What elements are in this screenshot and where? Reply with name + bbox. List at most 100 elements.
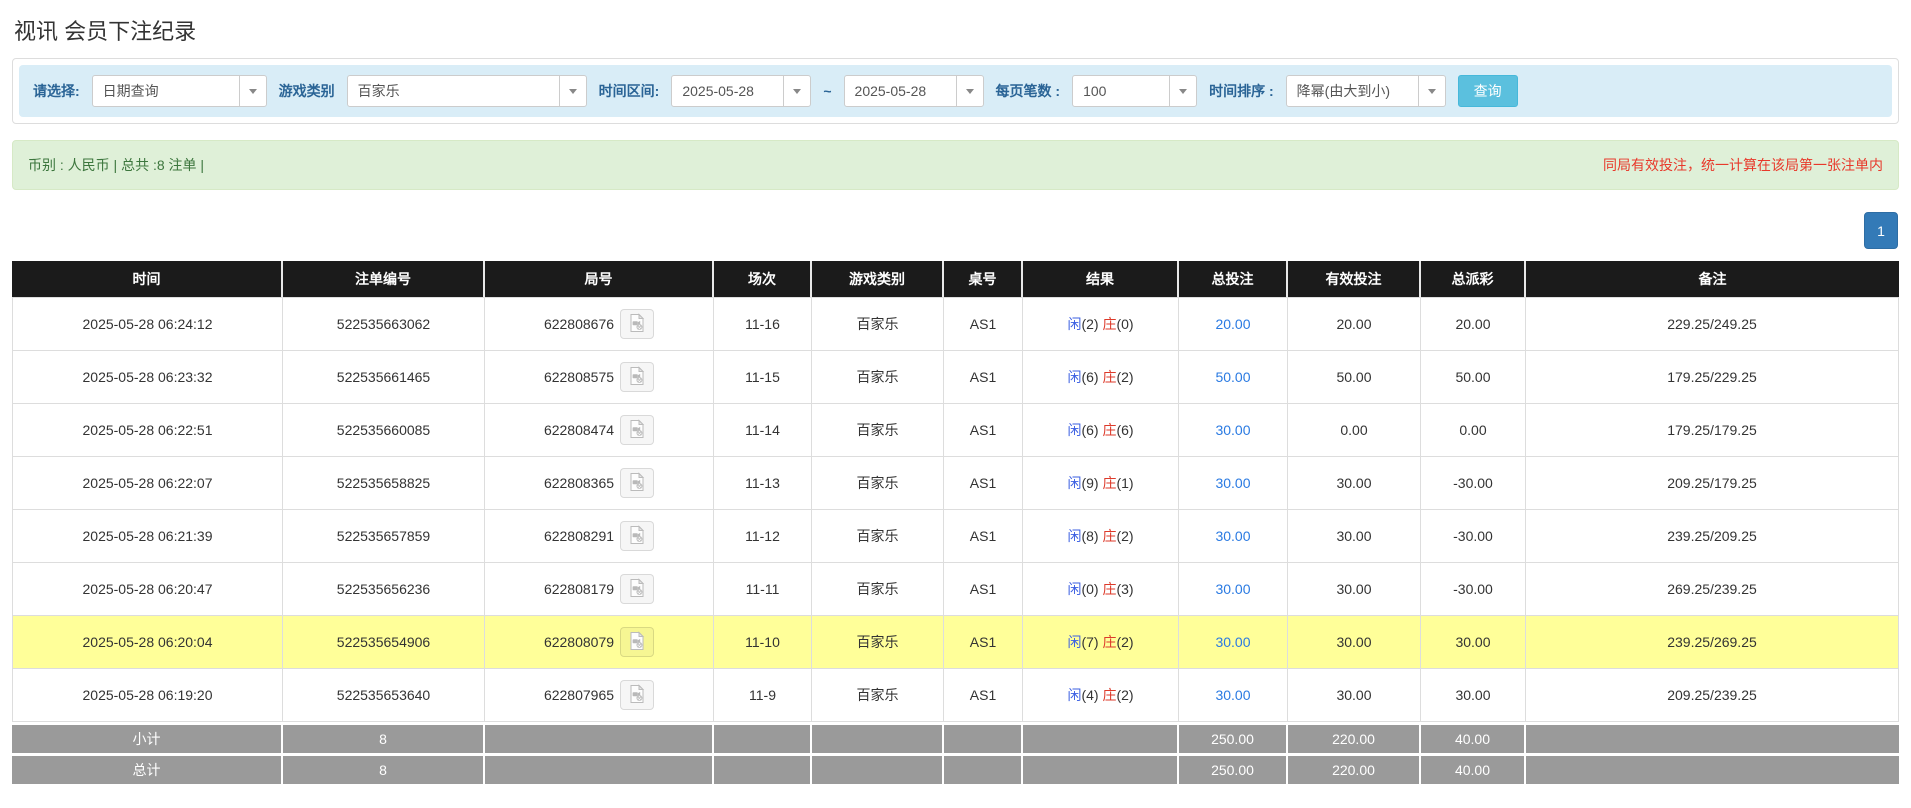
page-1-button[interactable]: 1 [1864,212,1898,249]
column-header: 总投注 [1179,261,1288,298]
video-replay-button[interactable] [620,680,654,710]
video-replay-button[interactable] [620,362,654,392]
footer-total-bet-cell: 250.00 [1179,722,1288,753]
banker-result-value: (6) [1116,422,1133,438]
footer-note-cell [1526,722,1899,753]
video-replay-button[interactable] [620,574,654,604]
time-cell: 2025-05-28 06:19:20 [12,669,283,722]
game-cell: 百家乐 [812,457,944,510]
time-cell: 2025-05-28 06:23:32 [12,351,283,404]
column-header: 桌号 [944,261,1023,298]
currency-summary-text: 币别 : 人民币 | 总共 :8 注单 | [28,155,204,175]
table-row[interactable]: 2025-05-28 06:22:51522535660085622808474… [12,404,1899,457]
total-bet-link[interactable]: 50.00 [1215,369,1250,385]
player-result-label: 闲 [1067,369,1081,385]
result-cell: 闲(2) 庄(0) [1023,298,1179,351]
bet-id-cell: 522535658825 [283,457,485,510]
total-bet-link[interactable]: 30.00 [1215,581,1250,597]
query-type-select[interactable]: 日期查询 [92,75,267,107]
game-cell: 百家乐 [812,563,944,616]
footer-count-cell: 8 [283,722,485,753]
result-cell: 闲(6) 庄(6) [1023,404,1179,457]
round-number: 622808575 [544,369,614,385]
banker-result-label: 庄 [1102,634,1116,650]
total-bet-cell: 50.00 [1179,351,1288,404]
session-cell: 11-12 [714,510,812,563]
footer-table-cell [944,722,1023,753]
player-result-value: (7) [1081,634,1102,650]
banker-result-label: 庄 [1102,581,1116,597]
round-wrap: 622808474 [544,415,654,445]
total-bet-link[interactable]: 30.00 [1215,528,1250,544]
banker-result-value: (1) [1116,475,1133,491]
table-footer: 小计8250.00220.0040.00总计8250.00220.0040.00 [12,722,1899,784]
video-replay-button[interactable] [620,627,654,657]
video-replay-button[interactable] [620,468,654,498]
video-file-icon [627,578,647,601]
table-header-row: 时间注单编号局号场次游戏类别桌号结果总投注有效投注总派彩备注 [12,261,1899,298]
footer-label-cell: 总计 [12,753,283,784]
banker-result-label: 庄 [1102,422,1116,438]
total-bet-cell: 30.00 [1179,404,1288,457]
bet-id-cell: 522535657859 [283,510,485,563]
player-result-value: (6) [1081,369,1102,385]
video-file-icon [627,631,647,654]
total-bet-link[interactable]: 30.00 [1215,687,1250,703]
subtotal-row: 小计8250.00220.0040.00 [12,722,1899,753]
footer-label-cell: 小计 [12,722,283,753]
player-result-value: (6) [1081,422,1102,438]
footer-session-cell [714,753,812,784]
chevron-down-icon [956,76,983,106]
table-row[interactable]: 2025-05-28 06:24:12522535663062622808676… [12,298,1899,351]
total-bet-link[interactable]: 30.00 [1215,422,1250,438]
banker-result-value: (2) [1116,528,1133,544]
game-cell: 百家乐 [812,351,944,404]
player-result-value: (8) [1081,528,1102,544]
note-cell: 239.25/209.25 [1526,510,1899,563]
video-file-icon [627,419,647,442]
page-title: 视讯 会员下注纪录 [12,0,1899,58]
date-to-select[interactable]: 2025-05-28 [844,75,984,107]
page-size-select[interactable]: 100 [1072,75,1197,107]
player-result-label: 闲 [1067,581,1081,597]
total-bet-cell: 30.00 [1179,669,1288,722]
column-header: 游戏类别 [812,261,944,298]
payout-cell: 20.00 [1421,298,1526,351]
total-bet-link[interactable]: 30.00 [1215,475,1250,491]
video-replay-button[interactable] [620,309,654,339]
pagination: 1 [12,212,1898,249]
video-replay-button[interactable] [620,521,654,551]
game-category-select[interactable]: 百家乐 [347,75,587,107]
payout-cell: 50.00 [1421,351,1526,404]
round-number: 622808079 [544,634,614,650]
round-number: 622808365 [544,475,614,491]
date-from-select[interactable]: 2025-05-28 [671,75,811,107]
session-cell: 11-10 [714,616,812,669]
player-result-label: 闲 [1067,316,1081,332]
search-button[interactable]: 查询 [1458,75,1518,107]
round-cell: 622808474 [485,404,714,457]
total-bet-cell: 30.00 [1179,510,1288,563]
bet-id-cell: 522535656236 [283,563,485,616]
table-row[interactable]: 2025-05-28 06:20:47522535656236622808179… [12,563,1899,616]
player-result-label: 闲 [1067,528,1081,544]
total-bet-link[interactable]: 30.00 [1215,634,1250,650]
time-sort-select[interactable]: 降幂(由大到小) [1286,75,1446,107]
table-row[interactable]: 2025-05-28 06:19:20522535653640622807965… [12,669,1899,722]
video-replay-button[interactable] [620,415,654,445]
table-row[interactable]: 2025-05-28 06:23:32522535661465622808575… [12,351,1899,404]
result-cell: 闲(8) 庄(2) [1023,510,1179,563]
valid-bet-cell: 30.00 [1288,457,1421,510]
total-bet-link[interactable]: 20.00 [1215,316,1250,332]
table-row[interactable]: 2025-05-28 06:20:04522535654906622808079… [12,616,1899,669]
banker-result-label: 庄 [1102,316,1116,332]
table-row[interactable]: 2025-05-28 06:22:07522535658825622808365… [12,457,1899,510]
round-wrap: 622808179 [544,574,654,604]
time-cell: 2025-05-28 06:20:04 [12,616,283,669]
player-result-label: 闲 [1067,475,1081,491]
table-row[interactable]: 2025-05-28 06:21:39522535657859622808291… [12,510,1899,563]
table-no-cell: AS1 [944,510,1023,563]
session-cell: 11-11 [714,563,812,616]
video-file-icon [627,472,647,495]
page-size-value: 100 [1073,76,1169,106]
